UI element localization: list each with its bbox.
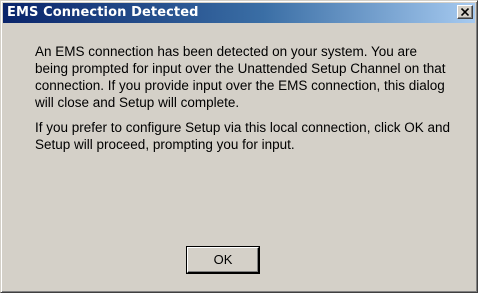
- dialog-title: EMS Connection Detected: [7, 5, 199, 20]
- close-icon: [461, 8, 469, 16]
- ok-button[interactable]: OK: [187, 247, 259, 273]
- ems-dialog-window: EMS Connection Detected An EMS connectio…: [0, 0, 478, 293]
- close-button[interactable]: [457, 5, 473, 19]
- message-paragraph-2: If you prefer to configure Setup via thi…: [35, 120, 450, 152]
- title-bar[interactable]: EMS Connection Detected: [3, 3, 475, 23]
- message-paragraph-1: An EMS connection has been detected on y…: [35, 44, 446, 110]
